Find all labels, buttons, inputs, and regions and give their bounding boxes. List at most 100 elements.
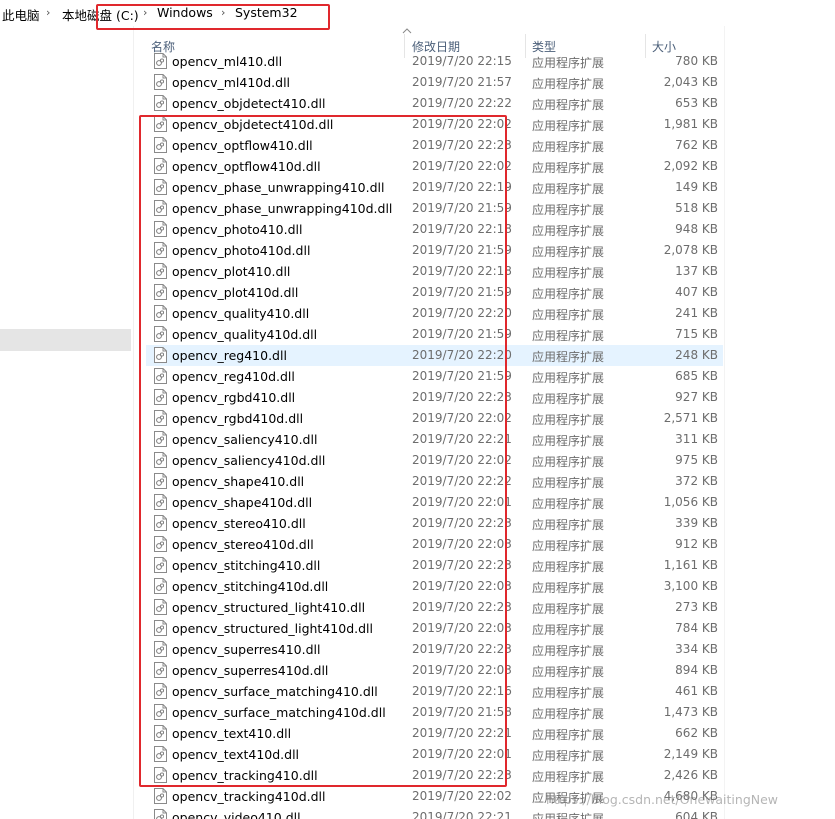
- file-size: 604 KB: [675, 810, 718, 819]
- file-size: 248 KB: [675, 348, 718, 362]
- file-row[interactable]: opencv_tracking410.dll 2019/7/20 22:23 应用程…: [146, 765, 723, 786]
- navigation-pane-selected-item[interactable]: [0, 329, 131, 351]
- dll-file-icon: [154, 116, 167, 132]
- file-size: 1,981 KB: [663, 117, 718, 131]
- file-size: 975 KB: [675, 453, 718, 467]
- dll-file-icon: [154, 158, 167, 174]
- file-row[interactable]: opencv_saliency410.dll 2019/7/20 22:21 应用程…: [146, 429, 723, 450]
- dll-file-icon: [154, 200, 167, 216]
- file-date: 2019/7/20 22:23: [412, 642, 512, 656]
- file-row[interactable]: opencv_video410.dll 2019/7/20 22:21 应用程序扩展…: [146, 807, 723, 819]
- file-row[interactable]: opencv_rgbd410.dll 2019/7/20 22:23 应用程序扩展 9…: [146, 387, 723, 408]
- file-type: 应用程序扩展: [532, 518, 605, 532]
- file-row[interactable]: opencv_superres410d.dll 2019/7/20 22:03 应用…: [146, 660, 723, 681]
- file-row[interactable]: opencv_ml410d.dll 2019/7/20 21:57 应用程序扩展 2,…: [146, 72, 723, 93]
- file-row[interactable]: opencv_text410.dll 2019/7/20 22:21 应用程序扩展 6…: [146, 723, 723, 744]
- file-size: 339 KB: [675, 516, 718, 530]
- file-date: 2019/7/20 22:23: [412, 558, 512, 572]
- file-date: 2019/7/20 22:16: [412, 684, 512, 698]
- file-row[interactable]: opencv_objdetect410d.dll 2019/7/20 22:02 应…: [146, 114, 723, 135]
- breadcrumb-local-disk[interactable]: 本地磁盘 (C:): [62, 5, 139, 24]
- file-name: opencv_photo410.dll: [172, 222, 303, 237]
- dll-file-icon: [154, 74, 167, 90]
- file-row[interactable]: opencv_structured_light410d.dll 2019/7/20…: [146, 618, 723, 639]
- file-row[interactable]: opencv_structured_light410.dll 2019/7/20 …: [146, 597, 723, 618]
- file-row[interactable]: opencv_phase_unwrapping410.dll 2019/7/20 …: [146, 177, 723, 198]
- file-size: 685 KB: [675, 369, 718, 383]
- file-row[interactable]: opencv_stitching410.dll 2019/7/20 22:23 应用…: [146, 555, 723, 576]
- file-row[interactable]: opencv_superres410.dll 2019/7/20 22:23 应用程…: [146, 639, 723, 660]
- file-row[interactable]: opencv_plot410.dll 2019/7/20 22:18 应用程序扩展 1…: [146, 261, 723, 282]
- dll-file-icon: [154, 431, 167, 447]
- file-row[interactable]: opencv_stitching410d.dll 2019/7/20 22:03 应…: [146, 576, 723, 597]
- dll-file-icon: [154, 263, 167, 279]
- file-row[interactable]: opencv_quality410d.dll 2019/7/20 21:59 应用程…: [146, 324, 723, 345]
- chevron-right-icon[interactable]: ›: [221, 6, 225, 19]
- file-type: 应用程序扩展: [532, 182, 605, 196]
- file-size: 273 KB: [675, 600, 718, 614]
- file-type: 应用程序扩展: [532, 686, 605, 700]
- file-row[interactable]: opencv_reg410d.dll 2019/7/20 21:59 应用程序扩展 6…: [146, 366, 723, 387]
- file-name: opencv_tracking410.dll: [172, 768, 318, 783]
- file-date: 2019/7/20 22:15: [412, 54, 512, 68]
- file-name: opencv_saliency410.dll: [172, 432, 318, 447]
- file-size: 784 KB: [675, 621, 718, 635]
- address-bar[interactable]: 此电脑 › 本地磁盘 (C:) › Windows › System32: [0, 0, 835, 26]
- file-name: opencv_video410.dll: [172, 810, 301, 819]
- file-size: 137 KB: [675, 264, 718, 278]
- file-row[interactable]: opencv_surface_matching410.dll 2019/7/20 …: [146, 681, 723, 702]
- breadcrumb-windows[interactable]: Windows: [157, 5, 213, 20]
- file-type: 应用程序扩展: [532, 266, 605, 280]
- file-type: 应用程序扩展: [532, 581, 605, 595]
- file-row[interactable]: opencv_optflow410d.dll 2019/7/20 22:02 应用程…: [146, 156, 723, 177]
- file-type: 应用程序扩展: [532, 560, 605, 574]
- file-type: 应用程序扩展: [532, 728, 605, 742]
- file-date: 2019/7/20 22:21: [412, 432, 512, 446]
- file-row[interactable]: opencv_quality410.dll 2019/7/20 22:20 应用程序…: [146, 303, 723, 324]
- file-size: 2,078 KB: [663, 243, 718, 257]
- file-row[interactable]: opencv_objdetect410.dll 2019/7/20 22:22 应用…: [146, 93, 723, 114]
- file-row[interactable]: opencv_rgbd410d.dll 2019/7/20 22:02 应用程序扩展…: [146, 408, 723, 429]
- file-row[interactable]: opencv_shape410d.dll 2019/7/20 22:01 应用程序扩…: [146, 492, 723, 513]
- file-row[interactable]: opencv_ml410.dll 2019/7/20 22:15 应用程序扩展 780…: [146, 52, 723, 72]
- file-type: 应用程序扩展: [532, 371, 605, 385]
- file-size: 2,571 KB: [663, 411, 718, 425]
- file-size: 912 KB: [675, 537, 718, 551]
- file-name: opencv_tracking410d.dll: [172, 789, 326, 804]
- file-size: 780 KB: [675, 54, 718, 68]
- file-type: 应用程序扩展: [532, 350, 605, 364]
- file-row[interactable]: opencv_surface_matching410d.dll 2019/7/20…: [146, 702, 723, 723]
- dll-file-icon: [154, 137, 167, 153]
- file-size: 334 KB: [675, 642, 718, 656]
- breadcrumb-system32[interactable]: System32: [235, 5, 298, 20]
- file-row[interactable]: opencv_plot410d.dll 2019/7/20 21:59 应用程序扩展…: [146, 282, 723, 303]
- file-row[interactable]: opencv_text410d.dll 2019/7/20 22:01 应用程序扩展…: [146, 744, 723, 765]
- file-type: 应用程序扩展: [532, 623, 605, 637]
- file-row[interactable]: opencv_shape410.dll 2019/7/20 22:22 应用程序扩展…: [146, 471, 723, 492]
- dll-file-icon: [154, 620, 167, 636]
- file-list[interactable]: opencv_ml410.dll 2019/7/20 22:15 应用程序扩展 780…: [134, 52, 835, 819]
- chevron-right-icon[interactable]: ›: [46, 6, 50, 19]
- file-date: 2019/7/20 22:02: [412, 453, 512, 467]
- file-size: 1,473 KB: [663, 705, 718, 719]
- file-name: opencv_stitching410.dll: [172, 558, 321, 573]
- file-name: opencv_rgbd410.dll: [172, 390, 296, 405]
- file-type: 应用程序扩展: [532, 56, 605, 70]
- file-row[interactable]: opencv_saliency410d.dll 2019/7/20 22:02 应用…: [146, 450, 723, 471]
- file-row[interactable]: opencv_phase_unwrapping410d.dll 2019/7/20…: [146, 198, 723, 219]
- dll-file-icon: [154, 578, 167, 594]
- file-row[interactable]: opencv_optflow410.dll 2019/7/20 22:23 应用程序…: [146, 135, 723, 156]
- file-row[interactable]: opencv_photo410d.dll 2019/7/20 21:59 应用程序扩…: [146, 240, 723, 261]
- file-row[interactable]: opencv_reg410.dll 2019/7/20 22:20 应用程序扩展 24…: [146, 345, 723, 366]
- file-type: 应用程序扩展: [532, 140, 605, 154]
- file-row[interactable]: opencv_stereo410.dll 2019/7/20 22:23 应用程序扩…: [146, 513, 723, 534]
- breadcrumb-this-pc[interactable]: 此电脑: [2, 5, 40, 24]
- file-name: opencv_plot410.dll: [172, 264, 291, 279]
- file-row[interactable]: opencv_stereo410d.dll 2019/7/20 22:03 应用程序…: [146, 534, 723, 555]
- chevron-right-icon[interactable]: ›: [143, 6, 147, 19]
- file-row[interactable]: opencv_photo410.dll 2019/7/20 22:18 应用程序扩展…: [146, 219, 723, 240]
- file-size: 407 KB: [675, 285, 718, 299]
- file-size: 461 KB: [675, 684, 718, 698]
- file-name: opencv_ml410.dll: [172, 54, 283, 69]
- file-name: opencv_ml410d.dll: [172, 75, 291, 90]
